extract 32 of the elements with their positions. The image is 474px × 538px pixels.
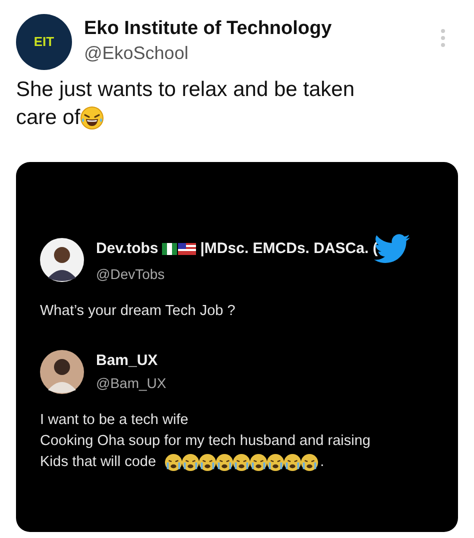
handle: @Bam_UX	[96, 374, 166, 393]
post-text: Kids that will code	[40, 453, 156, 472]
crying-face-icon	[266, 453, 286, 472]
avatar	[40, 350, 84, 394]
bird-icon	[374, 234, 410, 264]
tweet-text: care of	[16, 105, 80, 131]
post-text: Cooking Oha soup for my tech husband and raising	[40, 432, 370, 451]
crying-face-icon	[232, 453, 252, 472]
laughing-face-icon	[80, 106, 104, 130]
author-handle: @EkoSchool	[84, 42, 190, 65]
period: .	[320, 453, 324, 472]
display-name: Bam_UX	[96, 351, 158, 372]
attached-image[interactable]: Dev.tobs |MDsc. EMCDs. DASCa. ( @DevTobs What’s your dream Tech Job ? Bam_UX @Bam_UX I want to be a tech wife Cooking Oha soup for my tech husband and raising Kids that will code .	[16, 162, 458, 532]
logo-text: EIT	[34, 33, 54, 52]
author-name[interactable]: Eko Institute of Technology	[84, 17, 440, 41]
post-text: I want to be a tech wife	[40, 411, 188, 430]
handle: @DevTobs	[96, 265, 166, 284]
crying-face-icon	[283, 453, 302, 472]
post-text: What’s your dream Tech Job ?	[40, 302, 236, 321]
flags-icon	[162, 243, 196, 255]
crying-face-icon	[198, 453, 218, 472]
display-name: Dev.tobs	[96, 238, 158, 259]
name-credentials: |MDsc. EMCDs. DASCa. (	[200, 238, 378, 259]
tweet-text: She just wants to relax and be taken	[16, 77, 355, 103]
crying-face-icon	[215, 453, 234, 472]
crying-face-icon	[249, 453, 268, 472]
profile-logo[interactable]: EIT	[16, 14, 72, 70]
crying-face-icon	[181, 453, 200, 472]
avatar	[40, 238, 84, 282]
crying-face-icon	[300, 453, 320, 472]
crying-face-icon	[164, 453, 184, 472]
more-icon[interactable]	[440, 28, 446, 48]
